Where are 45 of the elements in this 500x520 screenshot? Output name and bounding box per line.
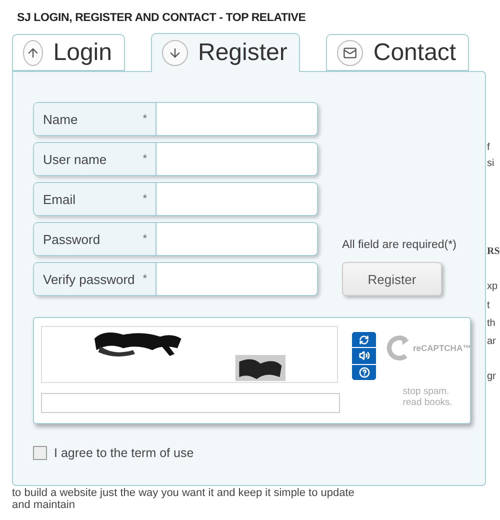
text-field[interactable]: Verify password *	[33, 262, 318, 296]
required-note: All field are required(*)	[342, 239, 456, 251]
field-label: Name	[43, 112, 78, 126]
checkbox[interactable]	[33, 446, 47, 460]
refresh-button[interactable]	[352, 332, 376, 348]
speaker-icon	[358, 350, 370, 362]
text-field[interactable]: User name *	[33, 142, 318, 176]
text-fragment: RS	[487, 246, 500, 258]
field-label: User name	[43, 152, 107, 166]
body-text: and maintain	[12, 499, 76, 511]
help-icon	[358, 366, 370, 378]
text-field[interactable]: Password *	[33, 222, 318, 256]
circular-arrow-icon	[384, 334, 412, 362]
required-mark: *	[142, 113, 147, 125]
required-mark: *	[142, 273, 147, 285]
field-label: Email	[43, 192, 76, 206]
text-fragment: xp	[487, 281, 498, 293]
required-mark: *	[142, 233, 147, 245]
text-field[interactable]: Email *	[33, 182, 318, 216]
text-fragment: f	[487, 142, 490, 154]
page-heading: SJ LOGIN, REGISTER AND CONTACT - TOP RELATIVE	[17, 12, 307, 24]
field-label: Password	[43, 232, 100, 246]
audio-button[interactable]	[352, 348, 376, 365]
envelope-icon	[337, 40, 364, 66]
required-mark: *	[142, 193, 147, 205]
text-fragment: ar	[487, 336, 496, 348]
tab[interactable]: Contact	[326, 34, 470, 71]
arrow-up-icon	[23, 40, 44, 66]
text-fragment: si	[487, 158, 494, 170]
captcha-tagline: stop spam. read books.	[402, 386, 452, 408]
register-button[interactable]: Register	[342, 262, 442, 296]
help-button[interactable]	[352, 364, 376, 380]
captcha-input[interactable]	[41, 393, 340, 413]
field-label: Verify password	[43, 272, 135, 286]
arrow-down-icon	[162, 40, 188, 66]
required-mark: *	[142, 153, 147, 165]
text-fragment: gr	[487, 371, 496, 383]
body-text: to build a website just the way you want it and keep it simple to update	[12, 487, 356, 499]
text-field[interactable]: Name *	[33, 102, 318, 136]
agree-label: I agree to the term of use	[54, 446, 194, 460]
tab[interactable]: Register	[151, 33, 300, 72]
text-fragment: th	[487, 318, 496, 330]
text-fragment: t	[487, 300, 490, 312]
tab[interactable]: Login	[12, 34, 125, 71]
refresh-icon	[359, 334, 369, 345]
